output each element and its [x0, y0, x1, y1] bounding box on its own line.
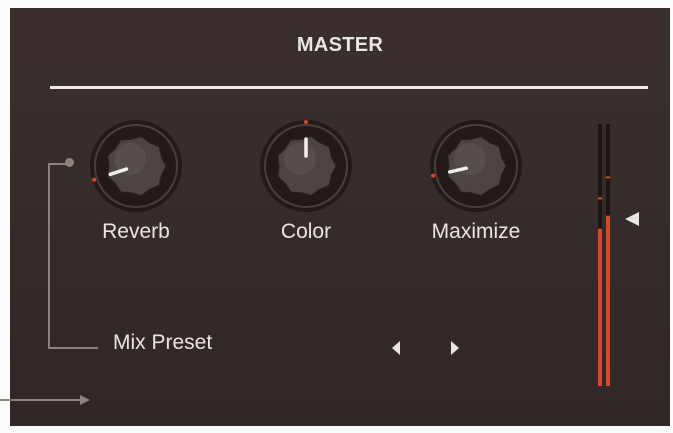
output-arrow	[0, 393, 92, 407]
preset-prev-button[interactable]	[388, 338, 406, 358]
color-knob-highlight	[284, 143, 316, 175]
reverb-knob-graphic	[90, 120, 182, 212]
preset-next-button[interactable]	[446, 338, 464, 358]
reverb-knob-value-dot	[92, 177, 97, 182]
panel-title: MASTER	[296, 34, 384, 56]
triangle-right-icon	[451, 341, 459, 355]
maximize-knob-graphic	[430, 120, 522, 212]
arrow-right-icon	[0, 395, 90, 405]
meter-left-fill	[598, 228, 602, 386]
triangle-left-icon	[392, 341, 400, 355]
output-level-meter	[596, 124, 616, 386]
color-knob-value-dot	[304, 120, 308, 124]
mix-preset-label: Mix Preset	[113, 331, 213, 354]
routing-dot	[65, 158, 74, 167]
reverb-knob[interactable]	[86, 116, 186, 216]
maximize-knob[interactable]	[426, 116, 526, 216]
triangle-left-icon	[625, 212, 639, 226]
reverb-label: Reverb	[102, 220, 170, 243]
maximize-knob-value-dot	[431, 173, 436, 178]
threshold-marker[interactable]	[624, 210, 642, 228]
meter-right-peak	[606, 176, 610, 179]
meter-left-peak	[598, 197, 602, 200]
meter-right-fill	[606, 215, 610, 386]
color-label: Color	[280, 220, 332, 243]
title-divider	[50, 86, 648, 89]
maximize-label: Maximize	[431, 220, 521, 243]
color-knob-graphic	[260, 120, 352, 212]
color-knob[interactable]	[256, 116, 356, 216]
master-panel: MASTER Reverb Color Maximize Mix Preset	[10, 8, 670, 426]
